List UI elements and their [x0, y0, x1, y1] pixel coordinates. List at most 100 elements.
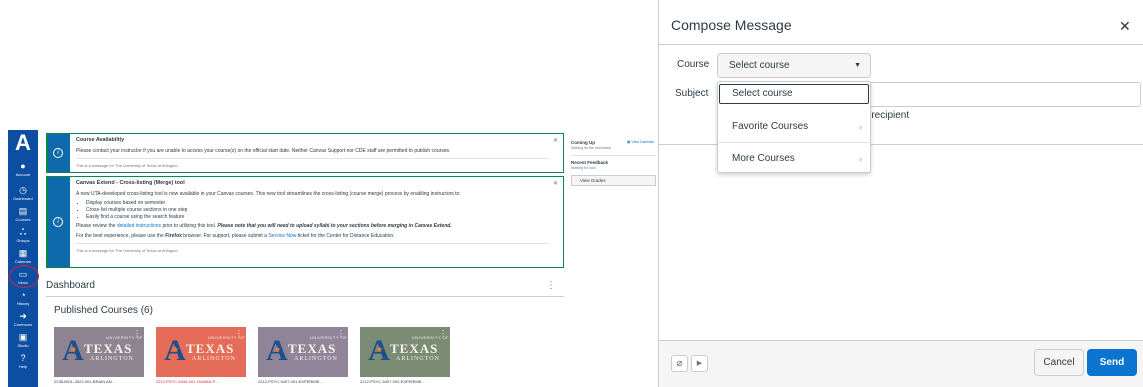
canvas-dashboard-panel: A ● Account ◷ Dashboard ▤ Courses ஃ Grou… [8, 130, 658, 387]
list-item: Cross-list multiple course sections in o… [86, 207, 549, 214]
menu-item-favorite-courses[interactable]: Favorite Courses [732, 121, 808, 132]
nav-help[interactable]: ? Help [8, 354, 38, 370]
divider [571, 155, 656, 156]
attachment-button[interactable]: ⌀ [671, 355, 688, 372]
view-grades-button[interactable]: View Grades [571, 175, 656, 186]
card-options-icon[interactable]: ⋮ [133, 329, 141, 338]
screenshot-root: A ● Account ◷ Dashboard ▤ Courses ஃ Grou… [0, 0, 1143, 387]
nav-commons-label: Commons [13, 322, 33, 327]
course-card[interactable]: A ★ UNIVERSITY OF TEXAS ARLINGTON ⋮ 2212-… [258, 327, 348, 387]
close-icon[interactable]: ✕ [553, 137, 558, 144]
nav-groups[interactable]: ஃ Groups [8, 227, 38, 244]
announcement-text: A new UTA-developed cross-listing tool i… [76, 191, 461, 197]
course-card-hero[interactable]: A ★ UNIVERSITY OF TEXAS ARLINGTON ⋮ [156, 327, 246, 377]
cancel-button[interactable]: Cancel [1034, 349, 1084, 376]
view-calendar-label: View Calendar [631, 140, 654, 144]
nav-history[interactable]: ◔ History [8, 291, 38, 307]
nav-calendar-label: Calendar [14, 259, 32, 264]
list-item: Easily find a course using the search fe… [86, 214, 549, 221]
course-card-title[interactable]: 2212-PSYC-5407-001-EXPERIME... [258, 379, 348, 384]
nav-account[interactable]: ● Account [8, 161, 38, 178]
course-card-title[interactable]: 2238-BIOL-3322-001-BRAIN AN... [54, 379, 144, 384]
nav-dashboard-label: Dashboard [13, 196, 33, 201]
detailed-instructions-link[interactable]: detailed instructions [117, 223, 161, 229]
service-now-link[interactable]: Service Now [268, 233, 296, 239]
dashboard-title: Dashboard [46, 280, 95, 291]
nav-calendar[interactable]: ▦ Calendar [8, 248, 38, 265]
review-text: Please review the [76, 223, 117, 229]
announcement-review: Please review the detailed instructions … [76, 223, 549, 230]
list-item: Display courses based on semester [86, 200, 549, 207]
course-card[interactable]: A ★ UNIVERSITY OF TEXAS ARLINGTON ⋮ 2238-… [54, 327, 144, 387]
group-icon: ஃ [19, 227, 27, 237]
course-card-hero[interactable]: A ★ UNIVERSITY OF TEXAS ARLINGTON ⋮ [258, 327, 348, 377]
compose-message-dialog: Compose Message ✕ Course Select course ▼… [658, 0, 1143, 387]
commons-icon: ➜ [19, 311, 27, 321]
info-icon: i [53, 217, 63, 227]
nav-commons[interactable]: ➜ Commons [8, 311, 38, 328]
close-icon[interactable]: ✕ [553, 180, 558, 187]
course-card-hero[interactable]: A ★ UNIVERSITY OF TEXAS ARLINGTON ⋮ [360, 327, 450, 377]
course-card-hero[interactable]: A ★ UNIVERSITY OF TEXAS ARLINGTON ⋮ [54, 327, 144, 377]
course-select[interactable]: Select course ▼ [717, 53, 871, 78]
menu-item-select-course[interactable]: Select course [719, 84, 869, 104]
view-calendar-link[interactable]: ▦ View Calendar [627, 140, 654, 144]
media-button[interactable]: ▶ [691, 355, 708, 372]
course-card-title[interactable]: 2212-PSYC-5334-001-HUMAN P... [156, 379, 246, 384]
dashboard-right-sidebar: Coming Up ▦ View Calendar Nothing for th… [571, 140, 656, 186]
announcement-title: Course Availability [76, 137, 125, 143]
course-card-title[interactable]: 2212-PSYC-5407-002-EXPERIME... [360, 379, 450, 384]
browser-text: For the best experience, please use the [76, 233, 166, 239]
paperclip-icon: ⌀ [676, 358, 683, 369]
send-button[interactable]: Send [1087, 349, 1137, 376]
star-icon: ★ [70, 345, 78, 354]
nav-account-label: Account [15, 172, 31, 177]
announcement-cross-listing: i ✕ Canvas Extend - Cross-listing (Merge… [46, 176, 564, 268]
announcement-footer: This is a message for The University of … [76, 158, 549, 169]
subject-label: Subject [675, 88, 709, 99]
logo-texas: TEXAS [186, 341, 235, 356]
calendar-icon: ▦ [18, 248, 28, 258]
announcement-sidebar: i [48, 177, 70, 267]
card-options-icon[interactable]: ⋮ [439, 329, 447, 338]
star-icon: ★ [172, 345, 180, 354]
canvas-logo-icon[interactable]: A [12, 132, 34, 154]
chevron-right-icon: › [859, 154, 862, 164]
nav-studio[interactable]: ▣ Studio [8, 332, 38, 349]
dashboard-options-icon[interactable]: ⋮ [546, 280, 556, 291]
close-icon[interactable]: ✕ [1119, 18, 1131, 35]
announcement-browser: For the best experience, please use the … [76, 233, 549, 240]
logo-texas: TEXAS [390, 341, 439, 356]
menu-item-more-courses[interactable]: More Courses [732, 153, 795, 164]
announcement-course-availability: i ✕ Course Availability Please contact y… [46, 133, 564, 173]
browser-text-mid: browser. For support, please submit a [181, 233, 269, 239]
card-options-icon[interactable]: ⋮ [337, 329, 345, 338]
course-label: Course [677, 59, 710, 70]
divider [46, 296, 564, 297]
global-navigation: A ● Account ◷ Dashboard ▤ Courses ஃ Grou… [8, 130, 38, 387]
coming-up-section: Coming Up ▦ View Calendar Nothing for th… [571, 140, 656, 150]
browser-text-post: ticket for the Center for Distance Educa… [296, 233, 395, 239]
star-icon: ★ [274, 345, 282, 354]
announcement-title: Canvas Extend - Cross-listing (Merge) to… [76, 180, 185, 186]
logo-arlington: ARLINGTON [90, 356, 134, 362]
nav-dashboard[interactable]: ◷ Dashboard [8, 185, 38, 202]
dashboard-icon: ◷ [19, 185, 27, 195]
announcement-bullets: Display courses based on semester Cross-… [86, 200, 549, 221]
logo-arlington: ARLINGTON [396, 356, 440, 362]
dialog-title: Compose Message [671, 17, 792, 33]
studio-icon: ▣ [18, 332, 28, 342]
divider [718, 142, 870, 143]
course-card[interactable]: A ★ UNIVERSITY OF TEXAS ARLINGTON ⋮ 2212-… [156, 327, 246, 387]
nav-courses-label: Courses [15, 217, 31, 222]
card-options-icon[interactable]: ⋮ [235, 329, 243, 338]
announcement-text: Please contact your instructor if you ar… [76, 148, 451, 154]
course-card[interactable]: A ★ UNIVERSITY OF TEXAS ARLINGTON ⋮ 2212-… [360, 327, 450, 387]
user-icon: ● [20, 161, 26, 171]
published-courses-heading: Published Courses (6) [54, 305, 153, 316]
nav-groups-label: Groups [16, 238, 30, 243]
nav-studio-label: Studio [17, 343, 29, 348]
nav-help-label: Help [18, 364, 28, 369]
chevron-right-icon: › [859, 122, 862, 132]
nav-courses[interactable]: ▤ Courses [8, 207, 38, 223]
